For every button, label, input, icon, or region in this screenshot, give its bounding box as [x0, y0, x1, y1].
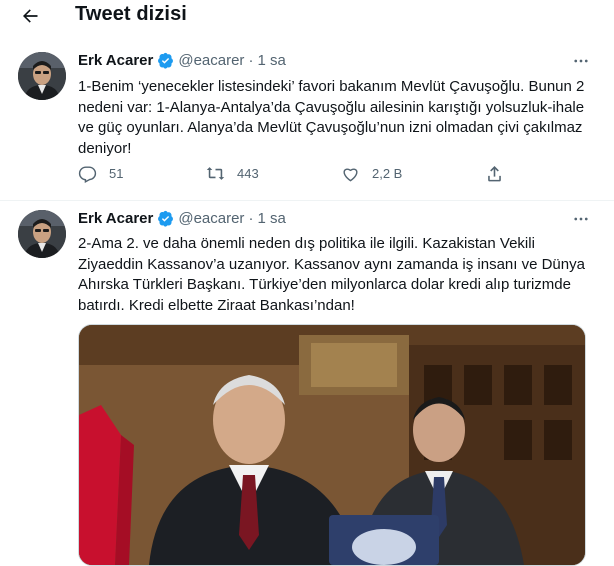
share-button[interactable] [485, 164, 504, 183]
author-name[interactable]: Erk Acarer [78, 210, 153, 227]
timestamp[interactable]: 1 sa [257, 52, 285, 69]
tweet-header: Erk Acarer @eacarer · 1 sa [78, 210, 286, 227]
retweet-button[interactable]: 443 [206, 164, 259, 183]
reply-button[interactable]: 51 [78, 164, 123, 183]
verified-badge-icon [158, 210, 174, 227]
more-horizontal-icon [574, 59, 588, 63]
separator-dot: · [248, 52, 254, 69]
reply-icon [78, 166, 97, 183]
avatar[interactable] [18, 210, 66, 258]
reply-count: 51 [109, 166, 124, 181]
heart-icon [343, 168, 358, 182]
avatar-image [18, 52, 66, 100]
arrow-left-icon [23, 9, 38, 23]
page-title: Tweet dizisi [75, 3, 187, 25]
timestamp[interactable]: 1 sa [257, 210, 285, 227]
photo-image [79, 325, 585, 565]
author-handle[interactable]: @eacarer [178, 210, 244, 227]
author-handle[interactable]: @eacarer [178, 52, 244, 69]
tweet-text: 2-Ama 2. ve daha önemli neden dış politi… [78, 235, 589, 314]
verified-badge-icon [158, 52, 174, 69]
more-button[interactable] [570, 208, 592, 230]
tweet-text: 1-Benim ‘yenecekler listesindeki’ favori… [78, 78, 589, 157]
retweet-icon [206, 167, 225, 180]
more-button[interactable] [570, 50, 592, 72]
more-horizontal-icon [574, 217, 588, 221]
author-name[interactable]: Erk Acarer [78, 52, 153, 69]
tweet-photo[interactable] [78, 324, 586, 566]
back-button[interactable] [16, 2, 44, 30]
tweet-actions: 51 443 2,2 B [78, 164, 518, 188]
share-icon [488, 166, 501, 182]
like-button[interactable]: 2,2 B [341, 164, 402, 183]
tweet[interactable]: Erk Acarer @eacarer · 1 sa 2-Ama 2. ve d… [0, 201, 614, 566]
tweet-header: Erk Acarer @eacarer · 1 sa [78, 52, 286, 69]
top-bar: Tweet dizisi [0, 0, 614, 36]
tweet[interactable]: Erk Acarer @eacarer · 1 sa 1-Benim ‘yene… [0, 36, 614, 201]
avatar-image [18, 210, 66, 258]
retweet-count: 443 [237, 166, 259, 181]
avatar[interactable] [18, 52, 66, 100]
separator-dot: · [248, 210, 254, 227]
like-count: 2,2 B [372, 166, 403, 181]
